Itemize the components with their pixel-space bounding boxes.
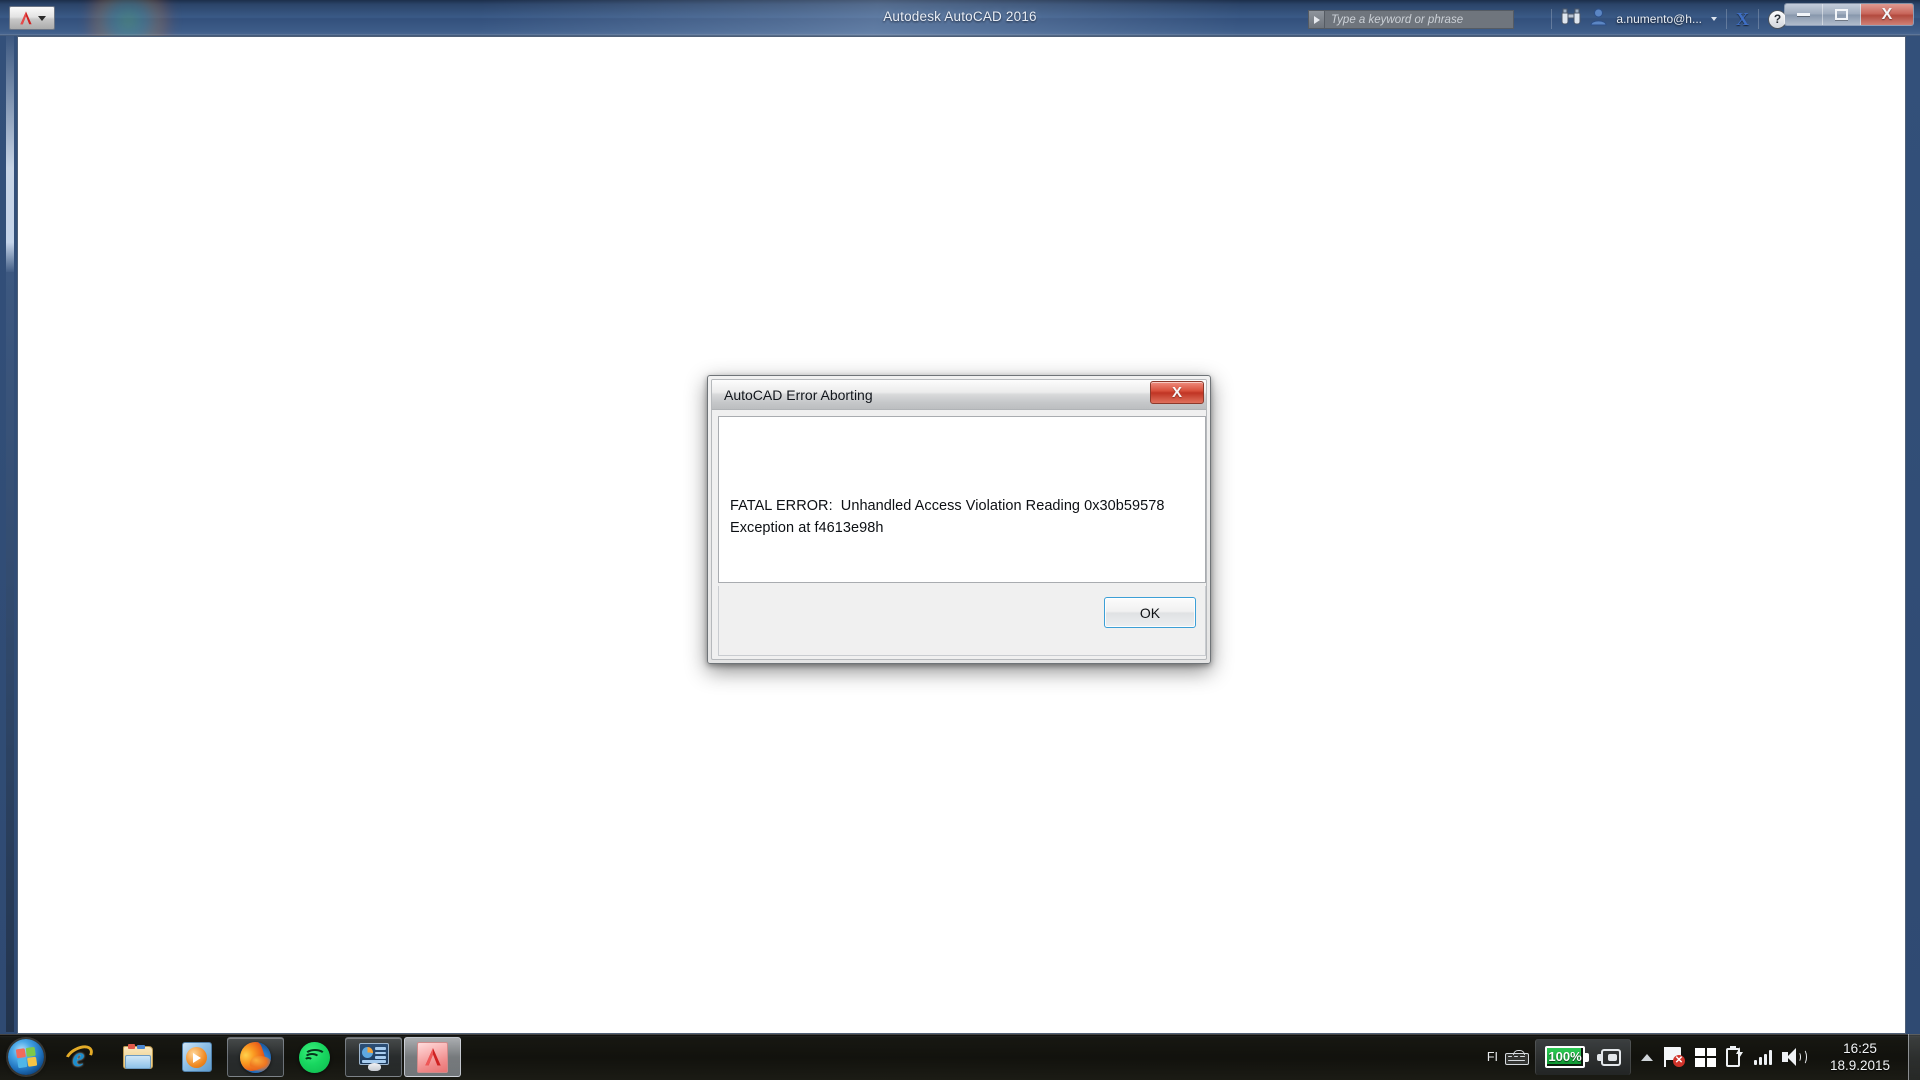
internet-explorer-icon: e	[61, 1041, 96, 1072]
dialog-message-area: FATAL ERROR: Unhandled Access Violation …	[718, 416, 1206, 583]
error-message-line2: Exception at f4613e98h	[730, 520, 884, 536]
error-badge: ✕	[1673, 1055, 1685, 1067]
tray-icon-list: ✕	[1631, 1046, 1816, 1068]
clock[interactable]: 16:25 18.9.2015	[1816, 1040, 1908, 1074]
spotify-icon	[299, 1041, 330, 1073]
taskbar-item-windows-media-player[interactable]	[168, 1037, 225, 1077]
infocenter-tools: a.numento@h... X ?	[1551, 5, 1802, 33]
battery-icon: 100%	[1545, 1046, 1589, 1068]
speaker-icon[interactable]	[1782, 1047, 1807, 1067]
battery-percent-label: 100%	[1548, 1049, 1582, 1064]
clock-date: 18.9.2015	[1829, 1058, 1891, 1073]
divider	[1551, 9, 1553, 29]
play-arrow-icon[interactable]	[1308, 10, 1324, 29]
windows-flag-icon	[15, 1046, 37, 1068]
dialog-inner: AutoCAD Error Aborting X FATAL ERROR: Un…	[711, 379, 1207, 660]
window-border-highlight	[6, 36, 14, 276]
error-dialog: AutoCAD Error Aborting X FATAL ERROR: Un…	[707, 375, 1211, 664]
windows-start-orb-icon	[8, 1039, 44, 1075]
autocad-icon	[417, 1041, 448, 1073]
firefox-icon	[240, 1041, 271, 1073]
chevron-up-icon[interactable]	[1641, 1053, 1653, 1061]
maximize-restore-button[interactable]	[1823, 4, 1861, 25]
taskbar-item-presentation-monitor[interactable]	[345, 1037, 402, 1077]
window-border-shade	[6, 272, 14, 1032]
close-button[interactable]: X	[1861, 4, 1913, 25]
clock-time: 16:25	[1843, 1041, 1877, 1056]
close-icon: X	[1171, 384, 1182, 401]
windows-logo-icon[interactable]	[1695, 1047, 1716, 1067]
window-controls: X	[1784, 3, 1914, 26]
user-account-label[interactable]: a.numento@h...	[1616, 12, 1702, 26]
media-player-icon	[181, 1042, 212, 1072]
close-icon: X	[1881, 5, 1893, 23]
search-input[interactable]	[1324, 10, 1514, 29]
taskbar: e FI 100% ✕ 16:25 18.9.2015	[0, 1034, 1920, 1080]
power-plug-icon	[1597, 1048, 1621, 1066]
divider	[1726, 9, 1727, 29]
minimize-icon	[1797, 13, 1810, 16]
binoculars-icon[interactable]	[1561, 8, 1581, 31]
show-desktop-button[interactable]	[1908, 1034, 1920, 1080]
language-indicator[interactable]: FI	[1487, 1050, 1498, 1064]
dialog-title: AutoCAD Error Aborting	[724, 387, 873, 403]
restore-icon	[1835, 9, 1848, 20]
battery-status-group[interactable]: 100%	[1535, 1039, 1631, 1075]
action-center-flag-icon[interactable]: ✕	[1663, 1047, 1685, 1067]
dialog-titlebar[interactable]: AutoCAD Error Aborting X	[712, 380, 1206, 410]
infocenter-search[interactable]	[1308, 10, 1514, 29]
dialog-close-button[interactable]: X	[1150, 381, 1204, 404]
chevron-down-icon[interactable]	[1711, 17, 1717, 21]
signal-bars-icon[interactable]	[1754, 1049, 1772, 1065]
taskbar-item-windows-explorer[interactable]	[109, 1037, 166, 1077]
taskbar-buttons: e	[4, 1036, 461, 1078]
battery-charging-icon[interactable]	[1726, 1046, 1744, 1068]
start-button[interactable]	[4, 1036, 48, 1078]
system-tray: FI 100% ✕ 16:25 18.9.2015	[1487, 1034, 1920, 1080]
autodesk-exchange-icon[interactable]: X	[1736, 10, 1749, 28]
taskbar-item-firefox[interactable]	[227, 1037, 284, 1077]
screen: Autodesk AutoCAD 2016 Type a keyword or …	[0, 0, 1920, 1080]
ok-button[interactable]: OK	[1104, 597, 1196, 628]
folder-icon	[122, 1044, 154, 1070]
taskbar-item-spotify[interactable]	[286, 1037, 343, 1077]
monitor-dashboard-icon	[358, 1043, 390, 1071]
dialog-footer: OK	[718, 586, 1206, 656]
taskbar-item-internet-explorer[interactable]: e	[50, 1037, 107, 1077]
error-message-line1: FATAL ERROR: Unhandled Access Violation …	[730, 498, 1165, 514]
user-icon[interactable]	[1590, 8, 1607, 31]
divider	[1758, 9, 1759, 29]
minimize-button[interactable]	[1785, 4, 1823, 25]
taskbar-item-autocad[interactable]	[404, 1037, 461, 1077]
keyboard-icon[interactable]	[1505, 1049, 1529, 1065]
